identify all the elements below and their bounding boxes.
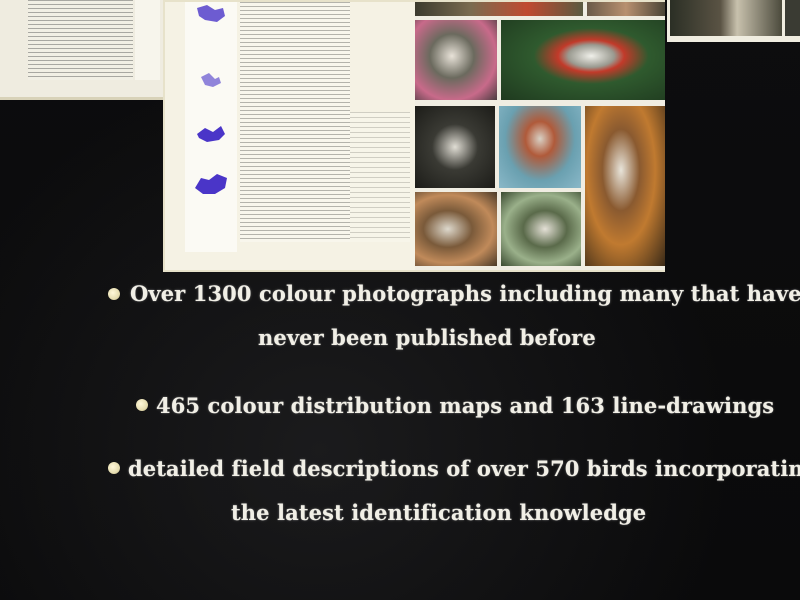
feature-1-line-2: never been published before bbox=[258, 325, 596, 350]
feature-1-line-1: Over 1300 colour photographs including m… bbox=[130, 281, 800, 306]
bullet-icon bbox=[108, 288, 120, 300]
feature-3-line-2: the latest identification knowledge bbox=[231, 500, 647, 525]
feature-2-line-1: 465 colour distribution maps and 163 lin… bbox=[156, 393, 775, 418]
feature-3-line-1: detailed field descriptions of over 570 … bbox=[128, 456, 800, 481]
bullet-icon bbox=[108, 462, 120, 474]
bullet-icon bbox=[136, 399, 148, 411]
feature-list: Over 1300 colour photographs including m… bbox=[0, 0, 800, 600]
